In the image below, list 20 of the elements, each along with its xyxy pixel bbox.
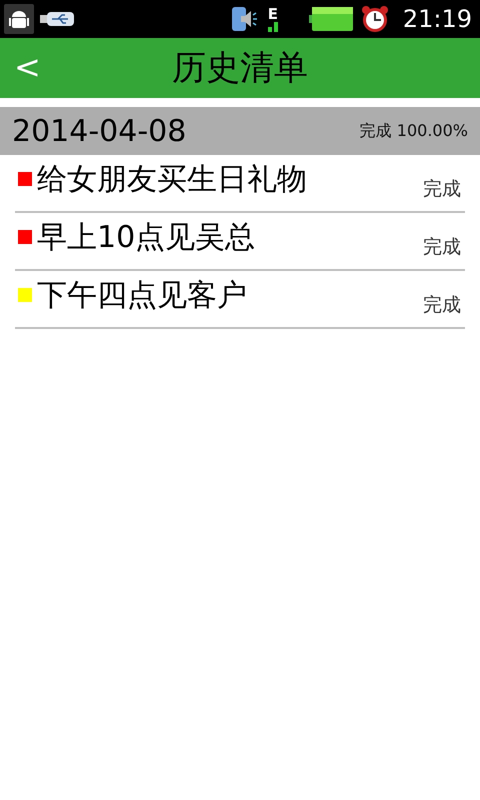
task-title: 早上10点见吴总 <box>37 218 256 256</box>
task-status: 完成 <box>423 293 461 318</box>
task-row[interactable]: 早上10点见吴总 完成 <box>15 213 465 271</box>
task-status: 完成 <box>423 235 461 260</box>
alarm-clock-icon <box>360 5 389 33</box>
speakerphone-icon <box>230 5 257 33</box>
battery-icon <box>308 7 353 31</box>
network-type: E <box>268 6 278 22</box>
task-row[interactable]: 给女朋友买生日礼物 完成 <box>15 155 465 213</box>
completion-summary: 完成 100.00% <box>360 120 468 142</box>
task-row[interactable]: 下午四点见客户 完成 <box>15 271 465 329</box>
clock-time: 21:19 <box>402 5 472 33</box>
task-status: 完成 <box>423 177 461 202</box>
task-title: 下午四点见客户 <box>37 276 248 314</box>
task-title: 给女朋友买生日礼物 <box>37 160 308 198</box>
signal-icon <box>266 22 279 32</box>
android-icon <box>4 4 34 34</box>
date-label: 2014-04-08 <box>12 114 186 148</box>
usb-icon <box>40 11 74 27</box>
screen-title: 历史清单 <box>172 47 308 90</box>
